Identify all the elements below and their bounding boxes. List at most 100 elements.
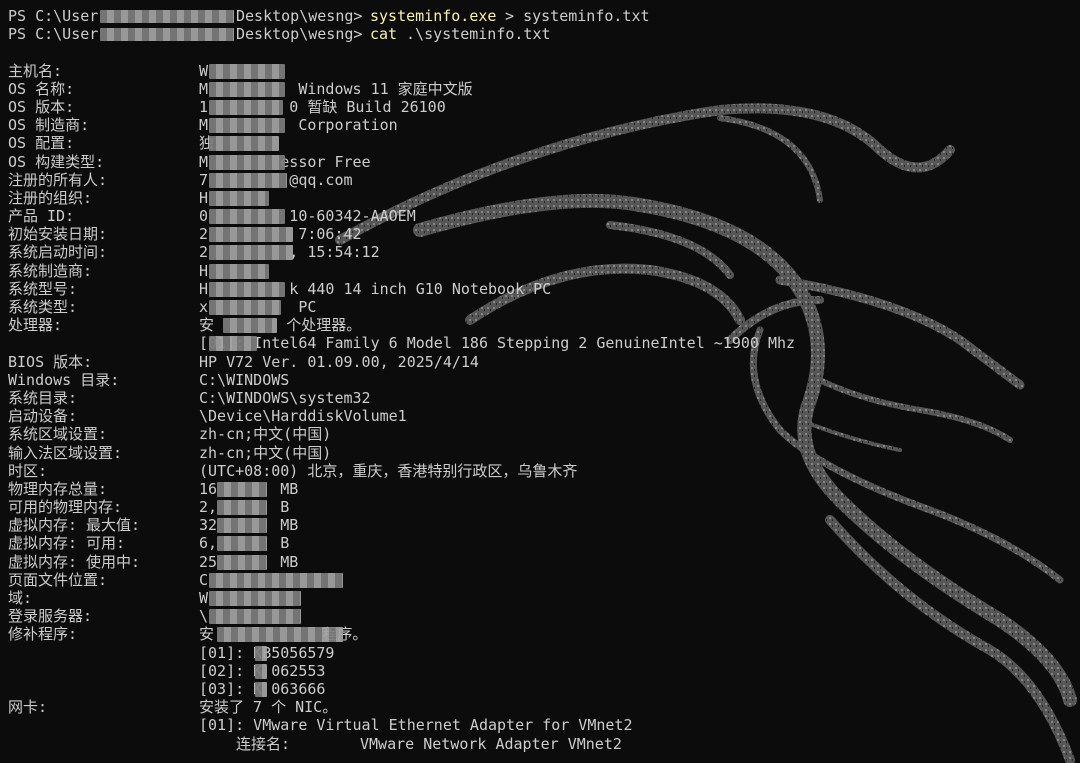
sysinfo-key: 可用的物理内存:: [8, 498, 123, 517]
sysinfo-row: 域: W: [8, 589, 1080, 607]
redacted-block: [209, 609, 301, 625]
sysinfo-key: 虚拟内存: 最大值:: [8, 516, 141, 535]
sysinfo-key: 时区:: [8, 461, 48, 480]
sysinfo-row: [03]: K 063666: [8, 680, 1080, 698]
redacted-block: [217, 518, 267, 534]
redacted-block: [223, 318, 277, 334]
sysinfo-value: 安装了 7 个 NIC。: [199, 698, 338, 717]
terminal-window[interactable]: PS C:\User Desktop\wesng> systeminfo.exe…: [0, 0, 1080, 763]
redacted-block: [209, 300, 281, 315]
sysinfo-row: OS 配置: 独: [8, 134, 1080, 152]
sysinfo-key: OS 名称:: [8, 79, 75, 98]
sysinfo-key: Windows 目录:: [8, 370, 120, 389]
sysinfo-value: C:\WINDOWS: [199, 370, 290, 389]
sysinfo-key: 初始安装日期:: [8, 225, 108, 244]
sysinfo-value: (UTC+08:00) 北京，重庆，香港特别行政区，乌鲁木齐: [199, 461, 578, 480]
sysinfo-row: 主机名: W: [8, 62, 1080, 80]
redacted-block: [217, 481, 267, 497]
sysinfo-key: OS 配置:: [8, 134, 75, 153]
sysinfo-key: 域:: [8, 589, 33, 607]
sysinfo-value: W: [199, 589, 209, 607]
redacted-block: [100, 28, 234, 42]
command-name: cat: [370, 25, 398, 44]
sysinfo-value: C: [199, 570, 209, 589]
sysinfo-row: OS 版本: 1 0 暂缺 Build 26100: [8, 98, 1080, 116]
redacted-block: [255, 681, 267, 697]
terminal-output: PS C:\User Desktop\wesng> systeminfo.exe…: [8, 7, 1080, 753]
sysinfo-row: 可用的物理内存: 2, B: [8, 498, 1080, 516]
sysinfo-row: [01]: VMware Virtual Ethernet Adapter fo…: [8, 716, 1080, 734]
redacted-block: [217, 500, 267, 516]
redacted-block: [209, 227, 293, 243]
command-name: systeminfo.exe: [370, 7, 497, 25]
sysinfo-key: 主机名:: [8, 61, 63, 80]
redacted-block: [209, 154, 285, 170]
redacted-block: [209, 572, 343, 588]
sysinfo-value: W: [199, 61, 209, 80]
redacted-block: [209, 209, 285, 225]
sysinfo-row: OS 名称: M Windows 11 家庭中文版: [8, 80, 1080, 98]
sysinfo-row: 虚拟内存: 使用中: 25 MB: [8, 553, 1080, 571]
sysinfo-row: 修补程序: 安 程序。: [8, 625, 1080, 643]
prompt-line: PS C:\User Desktop\wesng> systeminfo.exe…: [8, 7, 1080, 25]
sysinfo-value: C:\WINDOWS\system32: [199, 388, 371, 407]
sysinfo-key: 注册的组织:: [8, 188, 93, 207]
prompt-prefix: PS C:\User: [8, 7, 99, 25]
sysinfo-row: 系统目录: C:\WINDOWS\system32: [8, 389, 1080, 407]
sysinfo-row: 时区: (UTC+08:00) 北京，重庆，香港特别行政区，乌鲁木齐: [8, 462, 1080, 480]
sysinfo-value: H: [199, 188, 209, 207]
sysinfo-row: BIOS 版本: HP V72 Ver. 01.09.00, 2025/4/14: [8, 353, 1080, 371]
sysinfo-row: 系统区域设置: zh-cn;中文(中国): [8, 425, 1080, 443]
sysinfo-key: 注册的所有人:: [8, 170, 108, 189]
sysinfo-key: 系统目录:: [8, 388, 78, 407]
redacted-block: [209, 99, 283, 115]
sysinfo-key: OS 制造商:: [8, 116, 90, 135]
sysinfo-row: 注册的所有人: 7 @qq.com: [8, 171, 1080, 189]
sysinfo-key: BIOS 版本:: [8, 352, 93, 371]
sysinfo-row: [01]: KB5056579: [8, 644, 1080, 662]
sysinfo-key: 启动设备:: [8, 407, 78, 426]
sysinfo-key: 系统型号:: [8, 279, 78, 298]
redacted-block: [100, 10, 234, 23]
sysinfo-key: OS 构建类型:: [8, 152, 105, 171]
sysinfo-value: zh-cn;中文(中国): [199, 443, 332, 462]
sysinfo-row: 产品 ID: 0 10-60342-AAOEM: [8, 207, 1080, 225]
sysinfo-key: 处理器:: [8, 316, 63, 335]
redacted-block: [209, 190, 269, 206]
sysinfo-row: 处理器: 安 个处理器。: [8, 316, 1080, 334]
sysinfo-value: [01]: VMware Virtual Ethernet Adapter fo…: [199, 716, 633, 735]
sysinfo-row: 虚拟内存: 最大值: 32 MB: [8, 516, 1080, 534]
sysinfo-key: 修补程序:: [8, 625, 78, 644]
redacted-block: [255, 645, 267, 661]
sysinfo-row: 初始安装日期: 2 7:06:42: [8, 225, 1080, 243]
sysinfo-key: OS 版本:: [8, 97, 75, 116]
sysinfo-row: 输入法区域设置: zh-cn;中文(中国): [8, 444, 1080, 462]
sysinfo-key: 虚拟内存: 使用中:: [8, 552, 141, 571]
redacted-block: [217, 536, 267, 552]
sysinfo-value: \: [199, 607, 209, 626]
redacted-block: [209, 63, 285, 79]
sysinfo-row: 系统制造商: H: [8, 262, 1080, 280]
sysinfo-row: Windows 目录: C:\WINDOWS: [8, 371, 1080, 389]
sysinfo-key: 系统类型:: [8, 298, 78, 316]
prompt-path: Desktop\wesng>: [236, 7, 372, 25]
sysinfo-row: [01]: Intel64 Family 6 Model 186 Steppin…: [8, 334, 1080, 352]
sysinfo-key: 系统区域设置:: [8, 425, 108, 444]
sysinfo-row: 页面文件位置: C: [8, 571, 1080, 589]
sysinfo-key: 网卡:: [8, 698, 48, 717]
sysinfo-value: HP V72 Ver. 01.09.00, 2025/4/14: [199, 352, 479, 371]
sysinfo-row: 物理内存总量: 16 MB: [8, 480, 1080, 498]
sysinfo-row: 注册的组织: H: [8, 189, 1080, 207]
redacted-block: [209, 136, 279, 152]
sysinfo-row: 系统启动时间: 2 , 15:54:12: [8, 243, 1080, 261]
sysinfo-row: 启动设备: \Device\HarddiskVolume1: [8, 407, 1080, 425]
redacted-block: [209, 81, 285, 97]
command-args: .\systeminfo.txt: [397, 25, 551, 44]
sysinfo-key: 物理内存总量:: [8, 479, 108, 498]
sysinfo-value: VMware Network Adapter VMnet2: [360, 734, 622, 753]
sysinfo-row: 系统型号: H k 440 14 inch G10 Notebook PC: [8, 280, 1080, 298]
redacted-block: [209, 336, 257, 352]
sysinfo-row: OS 制造商: M Corporation: [8, 116, 1080, 134]
sysinfo-value: [01]: Intel64 Family 6 Model 186 Steppin…: [199, 334, 796, 353]
